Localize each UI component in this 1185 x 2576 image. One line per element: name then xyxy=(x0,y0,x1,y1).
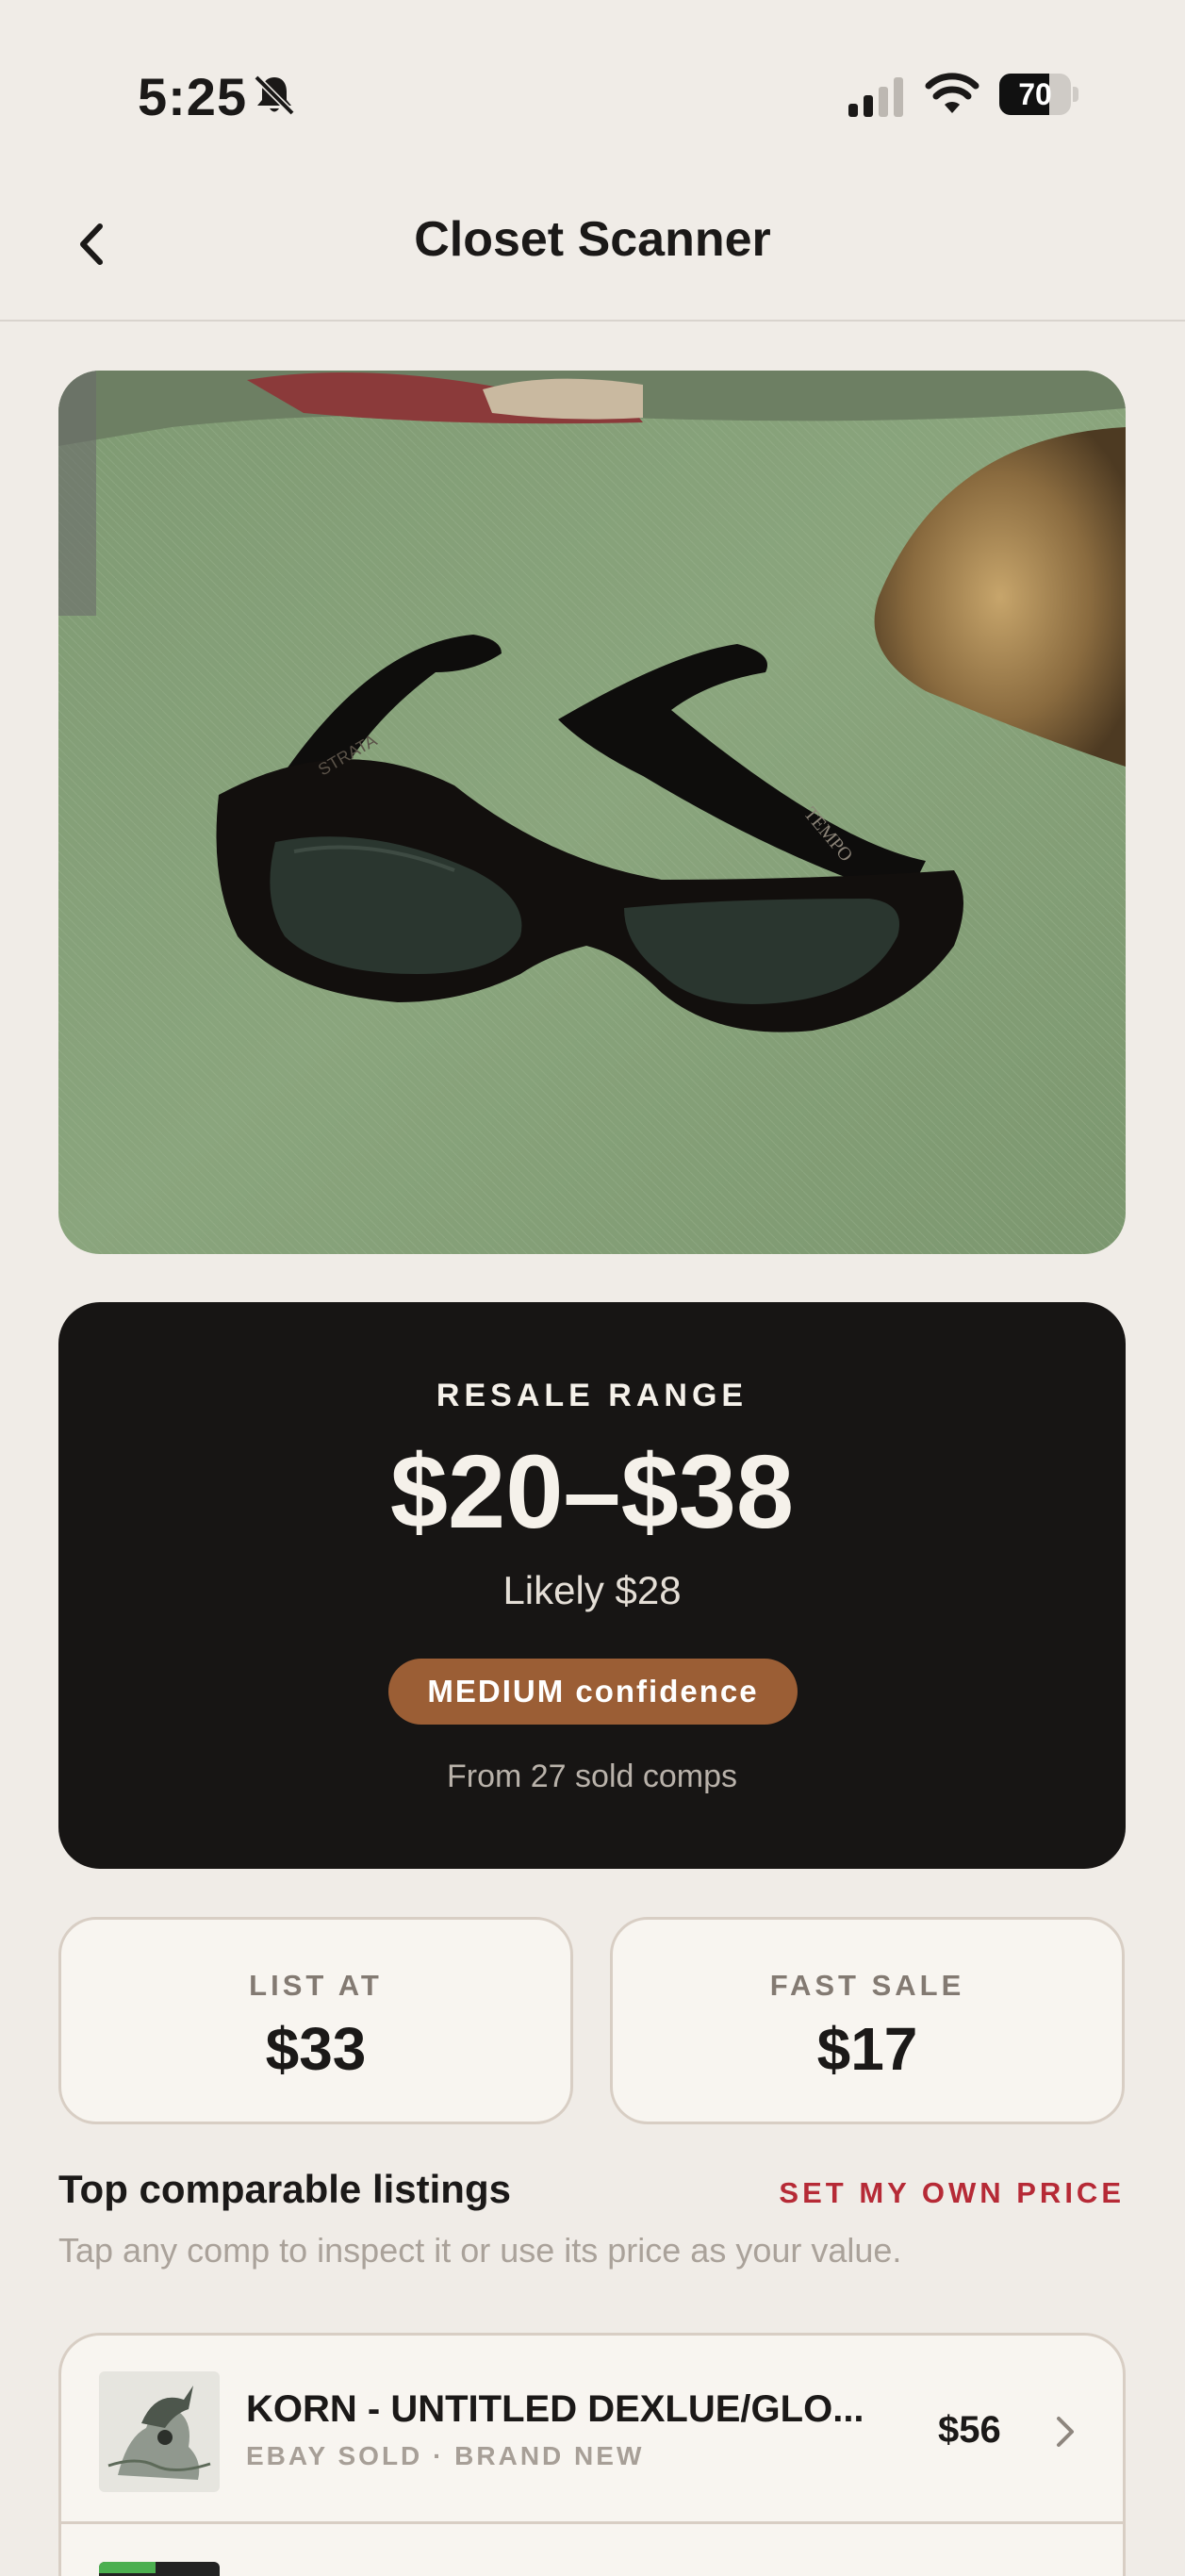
cellular-signal-icon xyxy=(848,77,903,117)
list-at-value: $33 xyxy=(265,2015,367,2083)
set-own-price-button[interactable]: SET MY OWN PRICE xyxy=(779,2176,1125,2210)
listing-source: EBAY SOLD xyxy=(246,2441,423,2470)
page-title: Closet Scanner xyxy=(414,212,771,267)
comparables-subtitle: Tap any comp to inspect it or use its pr… xyxy=(58,2231,902,2270)
nav-bar: Closet Scanner xyxy=(0,170,1185,322)
listing-thumbnail xyxy=(99,2562,220,2576)
listing-condition: · BRAND NEW xyxy=(433,2441,645,2470)
chevron-right-icon xyxy=(1057,2417,1074,2447)
list-at-card[interactable]: LIST AT $33 xyxy=(58,1917,573,2124)
item-photo: STRATA TEMPO xyxy=(58,371,1126,1254)
fast-sale-value: $17 xyxy=(816,2015,918,2083)
resale-range-value: $20–$38 xyxy=(389,1434,795,1550)
sold-comps-count: From 27 sold comps xyxy=(447,1759,737,1794)
comparable-listings: KORN - UNTITLED DEXLUE/GLO... EBAY SOLD … xyxy=(58,2333,1126,2576)
status-time: 5:25 xyxy=(138,67,248,126)
listing-price: $56 xyxy=(938,2409,1001,2451)
confidence-badge: MEDIUM confidence xyxy=(388,1659,798,1725)
battery-percent: 70 xyxy=(1018,77,1052,111)
listing-meta: EBAY SOLD · BRAND NEW xyxy=(246,2441,644,2471)
fast-sale-card[interactable]: FAST SALE $17 xyxy=(610,1917,1125,2124)
comparables-title: Top comparable listings xyxy=(58,2167,511,2211)
listing-title: KORN - UNTITLED DEXLUE/GLO... xyxy=(246,2388,864,2430)
resale-range-card: RESALE RANGE $20–$38 Likely $28 MEDIUM c… xyxy=(58,1302,1126,1869)
bell-slash-icon xyxy=(254,74,295,116)
list-at-label: LIST AT xyxy=(249,1969,383,2002)
list-item[interactable]: KORN - UNTITLED DEXLUE/GLO... EBAY SOLD … xyxy=(61,2336,1123,2524)
battery-icon: 70 xyxy=(999,74,1078,115)
resale-label: RESALE RANGE xyxy=(436,1378,749,1413)
fast-sale-label: FAST SALE xyxy=(769,1969,965,2002)
wifi-icon xyxy=(925,73,979,113)
status-bar: 5:25 70 xyxy=(0,0,1185,170)
likely-price: Likely $28 xyxy=(502,1568,682,1612)
listing-thumbnail xyxy=(99,2371,220,2492)
